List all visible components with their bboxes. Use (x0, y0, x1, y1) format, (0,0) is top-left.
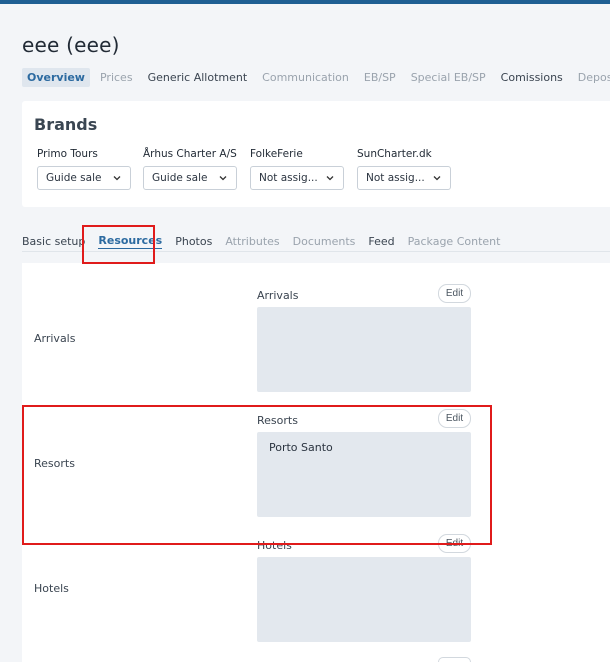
brand-select-primo-tours[interactable]: Guide sale (37, 166, 131, 190)
tab-eb-sp[interactable]: EB/SP (359, 68, 401, 87)
subtab-basic-setup[interactable]: Basic setup (22, 235, 85, 248)
brand-select-value: Guide sale (152, 172, 208, 184)
page-title: eee (eee) (22, 33, 120, 57)
chevron-down-icon (433, 176, 441, 181)
brand-folkeferie: FolkeFerie Not assig... (250, 148, 344, 190)
tab-special-eb-sp[interactable]: Special EB/SP (406, 68, 491, 87)
subtab-documents[interactable]: Documents (293, 235, 356, 248)
tab-comissions[interactable]: Comissions (496, 68, 568, 87)
highlight-resorts-row (22, 405, 492, 545)
chevron-down-icon (326, 176, 334, 181)
subtab-feed[interactable]: Feed (368, 235, 394, 248)
top-tabs: Overview Prices Generic Allotment Commun… (22, 66, 610, 88)
edit-next-button-partial[interactable] (438, 657, 471, 662)
tab-deposit[interactable]: Deposit (573, 68, 610, 87)
brand-select-arhus-charter[interactable]: Guide sale (143, 166, 237, 190)
subtab-attributes[interactable]: Attributes (225, 235, 279, 248)
subtab-photos[interactable]: Photos (175, 235, 212, 248)
row-label-arrivals: Arrivals (34, 332, 76, 345)
chevron-down-icon (219, 176, 227, 181)
brands-title: Brands (34, 115, 98, 134)
row-label-hotels: Hotels (34, 582, 69, 595)
brand-label: Primo Tours (37, 148, 98, 160)
brand-label: SunCharter.dk (357, 148, 432, 160)
chevron-down-icon (113, 176, 121, 181)
tab-prices[interactable]: Prices (95, 68, 138, 87)
hotels-list-box (257, 557, 471, 642)
brand-select-value: Not assig... (259, 172, 318, 184)
brand-select-suncharter[interactable]: Not assig... (357, 166, 451, 190)
brand-label: Århus Charter A/S (143, 148, 237, 160)
brand-suncharter: SunCharter.dk Not assig... (357, 148, 451, 190)
brand-select-value: Guide sale (46, 172, 102, 184)
brand-primo-tours: Primo Tours Guide sale (37, 148, 131, 190)
edit-arrivals-button[interactable]: Edit (438, 284, 471, 303)
arrivals-list-box (257, 307, 471, 392)
subtab-package-content[interactable]: Package Content (408, 235, 501, 248)
tab-communication[interactable]: Communication (257, 68, 354, 87)
highlight-resources-tab (82, 225, 155, 264)
tab-overview[interactable]: Overview (22, 67, 90, 87)
brand-arhus-charter: Århus Charter A/S Guide sale (143, 148, 237, 190)
brand-select-folkeferie[interactable]: Not assig... (250, 166, 344, 190)
brand-label: FolkeFerie (250, 148, 303, 160)
brand-select-value: Not assig... (366, 172, 425, 184)
top-accent-bar (0, 0, 610, 4)
tab-generic-allotment[interactable]: Generic Allotment (143, 68, 253, 87)
field-label-arrivals: Arrivals (257, 289, 299, 302)
brands-card: Brands Primo Tours Guide sale Århus Char… (22, 101, 610, 207)
